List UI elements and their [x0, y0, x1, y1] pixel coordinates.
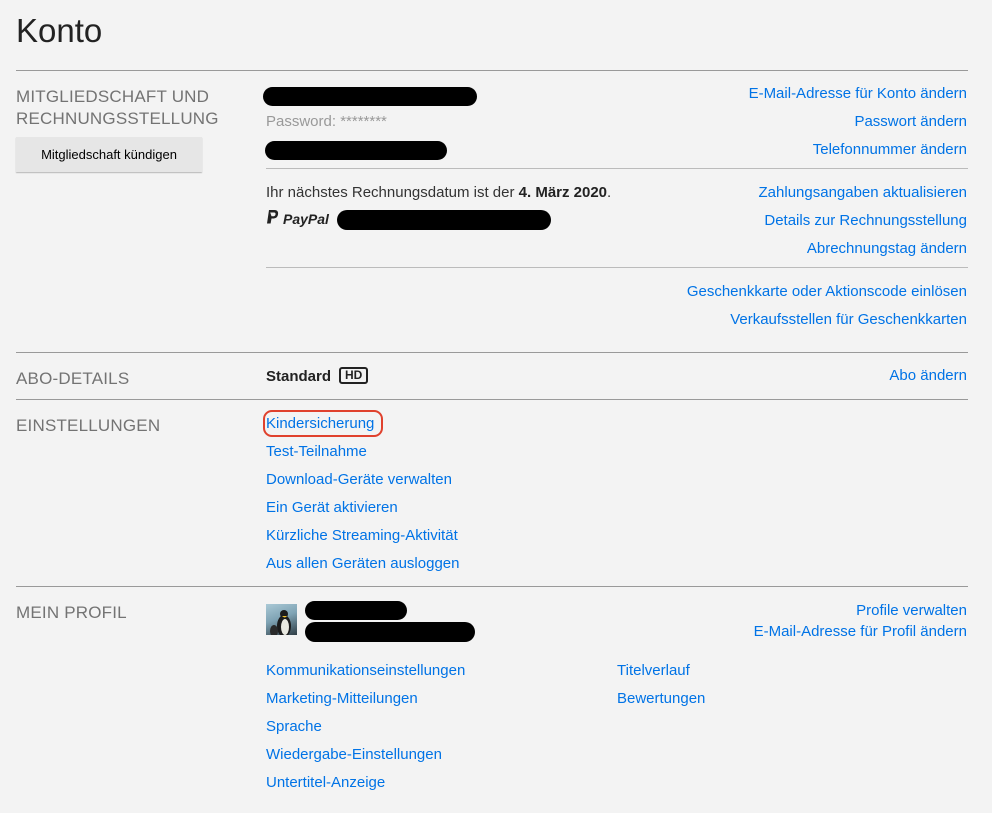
- settings-section-label: EINSTELLUNGEN: [16, 416, 161, 435]
- billing-prefix: Ihr nächstes Rechnungsdatum ist der: [266, 184, 519, 201]
- profile-link-ratings[interactable]: Bewertungen: [617, 690, 705, 707]
- redacted-phone: [265, 141, 447, 160]
- paypal-label: PayPal: [283, 211, 329, 227]
- settings-link-manage-download-devices[interactable]: Download-Geräte verwalten: [266, 471, 452, 488]
- profile-section-label: MEIN PROFIL: [16, 603, 127, 622]
- profile-link-playback-settings[interactable]: Wiedergabe-Einstellungen: [266, 746, 442, 763]
- settings-link-activate-device[interactable]: Ein Gerät aktivieren: [266, 499, 398, 516]
- divider: [266, 168, 968, 169]
- billing-date: 4. März 2020: [518, 184, 608, 201]
- update-payment-link[interactable]: Zahlungsangaben aktualisieren: [759, 184, 967, 201]
- change-profile-email-link[interactable]: E-Mail-Adresse für Profil ändern: [754, 623, 967, 640]
- divider: [16, 70, 968, 71]
- membership-section-label: MITGLIEDSCHAFT UND RECHNUNGSSTELLUNG: [16, 86, 219, 130]
- redeem-gift-card-link[interactable]: Geschenkkarte oder Aktionscode einlösen: [687, 283, 967, 300]
- plan-name: Standard: [266, 368, 332, 385]
- payment-method: PayPal: [266, 210, 329, 228]
- profile-link-marketing-messages[interactable]: Marketing-Mitteilungen: [266, 690, 418, 707]
- redacted-email: [263, 87, 477, 106]
- change-plan-link[interactable]: Abo ändern: [889, 367, 967, 384]
- change-phone-link[interactable]: Telefonnummer ändern: [813, 141, 967, 158]
- manage-profiles-link[interactable]: Profile verwalten: [856, 602, 967, 619]
- divider: [16, 586, 968, 587]
- membership-label-line1: MITGLIEDSCHAFT UND: [16, 87, 210, 106]
- redacted-paypal-account: [337, 210, 551, 230]
- redacted-profile-email: [305, 622, 475, 642]
- password-text: Password: ********: [266, 113, 387, 130]
- gift-card-stores-link[interactable]: Verkaufsstellen für Geschenkkarten: [730, 311, 967, 328]
- profile-link-language[interactable]: Sprache: [266, 718, 322, 735]
- cancel-membership-button[interactable]: Mitgliedschaft kündigen: [16, 137, 202, 172]
- divider: [266, 267, 968, 268]
- settings-link-sign-out-all-devices[interactable]: Aus allen Geräten ausloggen: [266, 555, 459, 572]
- change-password-link[interactable]: Passwort ändern: [854, 113, 967, 130]
- plan-info: Standard HD: [266, 367, 369, 385]
- divider: [16, 352, 968, 353]
- billing-details-link[interactable]: Details zur Rechnungsstellung: [764, 212, 967, 229]
- settings-link-test-participation[interactable]: Test-Teilnahme: [266, 443, 367, 460]
- hd-badge: HD: [339, 367, 369, 384]
- divider: [16, 399, 968, 400]
- profile-link-communication-settings[interactable]: Kommunikationseinstellungen: [266, 662, 465, 679]
- page-title: Konto: [16, 12, 103, 49]
- avatar: [266, 604, 297, 635]
- billing-date-text: Ihr nächstes Rechnungsdatum ist der 4. M…: [266, 184, 611, 201]
- settings-link-parental-controls[interactable]: Kindersicherung: [266, 415, 374, 432]
- change-billing-day-link[interactable]: Abrechnungstag ändern: [807, 240, 967, 257]
- change-email-link[interactable]: E-Mail-Adresse für Konto ändern: [749, 85, 967, 102]
- billing-suffix: .: [607, 184, 612, 201]
- account-page: Konto MITGLIEDSCHAFT UND RECHNUNGSSTELLU…: [0, 0, 992, 813]
- settings-link-streaming-activity[interactable]: Kürzliche Streaming-Aktivität: [266, 527, 458, 544]
- redacted-profile-name: [305, 601, 407, 620]
- paypal-icon: [266, 210, 279, 228]
- plan-section-label: ABO-DETAILS: [16, 369, 130, 388]
- membership-label-line2: RECHNUNGSSTELLUNG: [16, 109, 219, 128]
- profile-link-subtitle-appearance[interactable]: Untertitel-Anzeige: [266, 774, 385, 791]
- profile-link-viewing-activity[interactable]: Titelverlauf: [617, 662, 690, 679]
